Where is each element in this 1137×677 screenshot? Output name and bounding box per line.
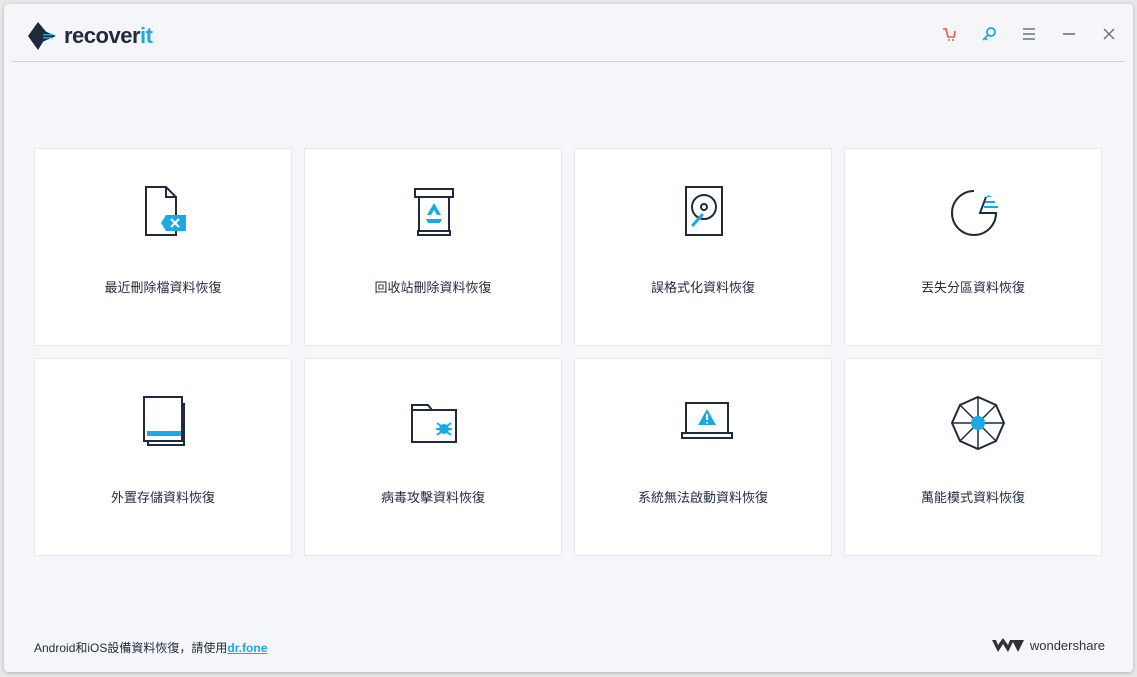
all-around-icon	[950, 395, 1006, 451]
header: recoverit	[12, 4, 1125, 62]
card-format[interactable]: 誤格式化資料恢復	[574, 148, 832, 346]
card-external-device[interactable]: 外置存儲資料恢復	[34, 358, 292, 556]
hard-drive-icon	[685, 186, 723, 236]
card-recent-deleted[interactable]: 最近刪除檔資料恢復	[34, 148, 292, 346]
wondershare-logo-icon	[991, 638, 1024, 652]
card-system-crash[interactable]: 系統無法啟動資料恢復	[574, 358, 832, 556]
card-label: 誤格式化資料恢復	[650, 280, 755, 295]
card-virus-attack[interactable]: 病毒攻擊資料恢復	[304, 358, 562, 556]
minimize-icon	[1063, 33, 1075, 35]
menu-button[interactable]	[1019, 24, 1039, 44]
card-label: 丟失分區資料恢復	[920, 280, 1025, 295]
card-label: 外置存儲資料恢復	[110, 490, 215, 505]
card-lost-partition[interactable]: 丟失分區資料恢復	[844, 148, 1102, 346]
logo: recoverit	[26, 20, 153, 52]
footer-note: Android和iOS設備資料恢復，請使用dr.fone	[34, 641, 268, 655]
brand-text: wondershare	[1029, 637, 1105, 653]
card-recycle-bin[interactable]: 回收站刪除資料恢復	[304, 148, 562, 346]
minimize-button[interactable]	[1059, 24, 1079, 44]
card-all-around[interactable]: 萬能模式資料恢復	[844, 358, 1102, 556]
system-crash-icon	[681, 402, 733, 439]
wondershare-brand: wondershare	[991, 636, 1105, 654]
card-label: 病毒攻擊資料恢復	[380, 490, 485, 505]
recoverit-logo-icon	[28, 22, 56, 50]
external-device-icon	[143, 396, 185, 446]
card-label: 最近刪除檔資料恢復	[104, 280, 222, 295]
partition-icon	[951, 190, 998, 236]
key-button[interactable]	[979, 24, 999, 44]
logo-text: recoverit	[64, 23, 153, 48]
cart-icon	[943, 28, 956, 41]
card-label: 系統無法啟動資料恢復	[637, 490, 768, 505]
menu-icon	[1023, 28, 1035, 40]
cart-button[interactable]	[939, 24, 959, 44]
virus-folder-icon	[411, 404, 457, 443]
card-label: 萬能模式資料恢復	[920, 490, 1025, 505]
close-icon	[1103, 28, 1115, 40]
close-button[interactable]	[1099, 24, 1119, 44]
app-window: recoverit 最近刪除檔資料恢復 回收站刪除資料恢復 誤格式化資料恢復 丟…	[4, 4, 1133, 672]
deleted-file-icon	[145, 186, 186, 236]
key-icon	[982, 27, 996, 41]
drfone-link[interactable]: dr.fone	[227, 641, 267, 655]
card-label: 回收站刪除資料恢復	[374, 280, 492, 295]
recycle-bin-icon	[414, 188, 454, 236]
